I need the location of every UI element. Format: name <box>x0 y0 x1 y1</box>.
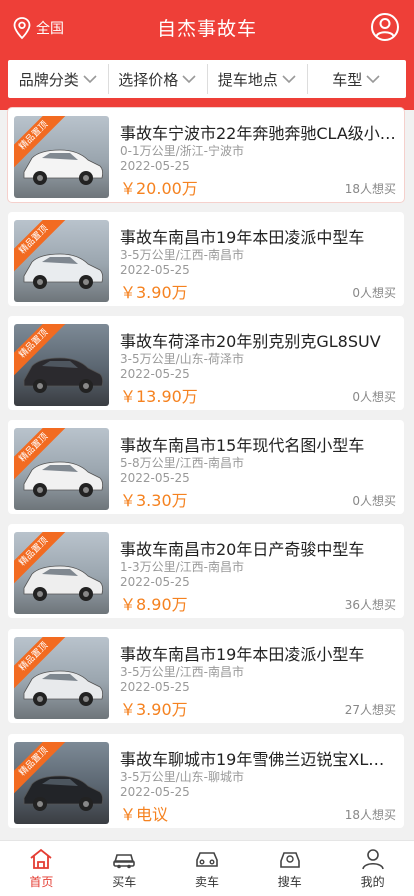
car-date: 2022-05-25 <box>120 367 190 381</box>
car-mileage-location: 3-5万公里/山东-聊城市 <box>120 770 244 784</box>
car-card[interactable]: 精品置顶 事故车南昌市20年日产奇骏中型车 1-3万公里/江西-南昌市 2022… <box>8 524 404 618</box>
car-meta: 1-3万公里/江西-南昌市 2022-05-25 <box>120 560 244 590</box>
car-price: ￥13.90万 <box>120 387 198 406</box>
car-photo: 精品置顶 <box>14 532 109 614</box>
tab-mine[interactable]: 我的 <box>331 841 414 896</box>
filter-price-label: 选择价格 <box>118 70 179 89</box>
tab-home-label: 首页 <box>29 875 54 889</box>
tab-sell-label: 卖车 <box>194 875 219 889</box>
car-search-icon <box>279 852 300 868</box>
car-photo: 精品置顶 <box>14 220 109 302</box>
person-icon <box>361 849 384 870</box>
chevron-down-icon <box>83 75 97 84</box>
want-count: 27人想买 <box>344 703 396 717</box>
filter-bar: 品牌分类 选择价格 提车地点 车型 <box>8 60 406 98</box>
want-count: 18人想买 <box>344 182 396 196</box>
car-card[interactable]: 精品置顶 事故车荷泽市20年别克别克GL8SUV 3-5万公里/山东-荷泽市 2… <box>8 316 404 410</box>
car-price: ￥8.90万 <box>120 595 188 614</box>
car-title: 事故车聊城市19年雪佛兰迈锐宝XL… <box>120 750 385 769</box>
car-meta: 3-5万公里/山东-聊城市 2022-05-25 <box>120 770 244 800</box>
app-header: 全国 自杰事故车 <box>0 0 414 56</box>
car-illustration <box>23 670 104 706</box>
page-title: 自杰事故车 <box>156 18 257 40</box>
bottom-tab-bar: 首页 买车 卖车 搜车 我的 <box>0 840 414 896</box>
filter-price[interactable]: 选择价格 <box>107 60 208 98</box>
car-mileage-location: 5-8万公里/江西-南昌市 <box>120 456 244 470</box>
car-date: 2022-05-25 <box>120 471 190 485</box>
car-title: 事故车南昌市20年日产奇骏中型车 <box>120 540 365 559</box>
chevron-down-icon <box>366 75 380 84</box>
car-title: 事故车荷泽市20年别克别克GL8SUV <box>120 332 381 351</box>
car-price: ￥3.90万 <box>120 283 188 302</box>
filter-location-label: 提车地点 <box>217 70 278 89</box>
car-illustration <box>23 357 104 393</box>
car-photo: 精品置顶 <box>14 116 109 198</box>
filter-type-label: 车型 <box>332 70 363 89</box>
user-avatar-icon <box>371 13 399 41</box>
car-price: ￥电议 <box>120 805 169 824</box>
filter-brand-label: 品牌分类 <box>18 70 79 89</box>
car-title: 事故车南昌市15年现代名图小型车 <box>120 436 365 455</box>
chevron-down-icon <box>282 75 296 84</box>
tab-search-label: 搜车 <box>277 875 302 889</box>
want-count: 0人想买 <box>352 494 396 508</box>
car-card[interactable]: 精品置顶 事故车南昌市19年本田凌派中型车 3-5万公里/江西-南昌市 2022… <box>8 212 404 306</box>
car-illustration <box>23 253 104 289</box>
car-mileage-location: 3-5万公里/江西-南昌市 <box>120 248 244 262</box>
tab-home[interactable]: 首页 <box>0 841 83 896</box>
car-mileage-location: 1-3万公里/江西-南昌市 <box>120 560 244 574</box>
car-price: ￥3.90万 <box>120 700 188 719</box>
car-price: ￥3.30万 <box>120 491 188 510</box>
car-photo: 精品置顶 <box>14 742 109 824</box>
car-illustration <box>23 565 104 601</box>
car-price: ￥20.00万 <box>120 179 198 198</box>
car-icon <box>113 854 135 869</box>
car-mileage-location: 0-1万公里/浙江-宁波市 <box>120 144 244 158</box>
want-count: 18人想买 <box>344 808 396 822</box>
tab-sell[interactable]: 卖车 <box>166 841 249 896</box>
car-title: 事故车宁波市22年奔驰奔驰CLA级小… <box>120 124 396 143</box>
car-card[interactable]: 精品置顶 事故车南昌市15年现代名图小型车 5-8万公里/江西-南昌市 2022… <box>8 420 404 514</box>
car-photo: 精品置顶 <box>14 324 109 406</box>
car-meta: 3-5万公里/江西-南昌市 2022-05-25 <box>120 665 244 695</box>
user-profile-button[interactable] <box>370 12 400 42</box>
filter-brand[interactable]: 品牌分类 <box>8 60 108 98</box>
filter-location[interactable]: 提车地点 <box>207 60 307 98</box>
car-illustration <box>23 461 104 497</box>
tab-buy-label: 买车 <box>112 875 137 889</box>
want-count: 0人想买 <box>352 286 396 300</box>
car-date: 2022-05-25 <box>120 680 190 694</box>
car-mileage-location: 3-5万公里/山东-荷泽市 <box>120 352 244 366</box>
car-photo: 精品置顶 <box>14 637 109 719</box>
chevron-down-icon <box>182 75 196 84</box>
car-illustration <box>23 775 104 811</box>
car-date: 2022-05-25 <box>120 575 190 589</box>
car-date: 2022-05-25 <box>120 159 190 173</box>
want-count: 0人想买 <box>352 390 396 404</box>
want-count: 36人想买 <box>344 598 396 612</box>
filter-type[interactable]: 车型 <box>306 60 407 98</box>
car-title: 事故车南昌市19年本田凌派中型车 <box>120 228 365 247</box>
car-meta: 0-1万公里/浙江-宁波市 2022-05-25 <box>120 144 244 174</box>
tab-search[interactable]: 搜车 <box>248 841 331 896</box>
car-mileage-location: 3-5万公里/江西-南昌市 <box>120 665 244 679</box>
car-meta: 3-5万公里/山东-荷泽市 2022-05-25 <box>120 352 244 382</box>
car-card[interactable]: 精品置顶 事故车南昌市19年本田凌派小型车 3-5万公里/江西-南昌市 2022… <box>8 629 404 723</box>
tab-mine-label: 我的 <box>360 875 385 889</box>
car-card[interactable]: 精品置顶 事故车聊城市19年雪佛兰迈锐宝XL… 3-5万公里/山东-聊城市 20… <box>8 734 404 828</box>
car-meta: 3-5万公里/江西-南昌市 2022-05-25 <box>120 248 244 278</box>
car-illustration <box>23 149 104 185</box>
car-photo: 精品置顶 <box>14 428 109 510</box>
car-date: 2022-05-25 <box>120 263 190 277</box>
tab-buy[interactable]: 买车 <box>83 841 166 896</box>
car-meta: 5-8万公里/江西-南昌市 2022-05-25 <box>120 456 244 486</box>
car-sell-icon <box>196 852 218 867</box>
car-title: 事故车南昌市19年本田凌派小型车 <box>120 645 365 664</box>
car-date: 2022-05-25 <box>120 785 190 799</box>
car-card[interactable]: 精品置顶 事故车宁波市22年奔驰奔驰CLA级小… 0-1万公里/浙江-宁波市 2… <box>8 108 404 202</box>
home-icon <box>30 848 52 869</box>
